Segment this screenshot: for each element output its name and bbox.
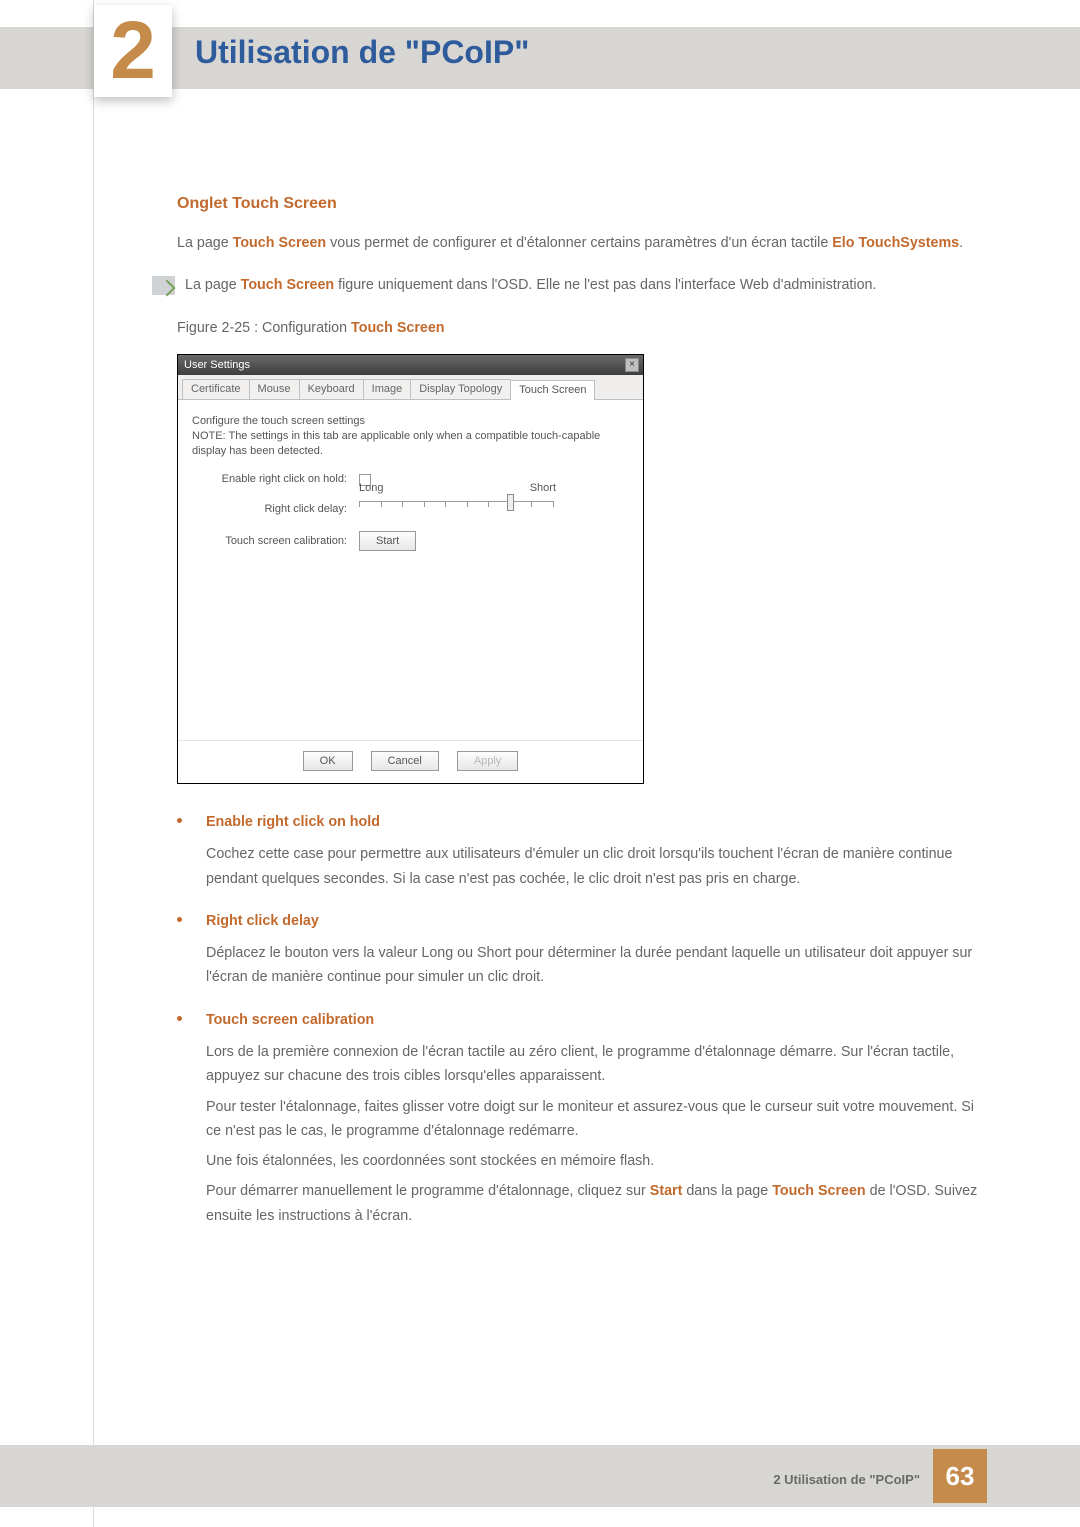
intro-paragraph: La page Touch Screen vous permet de conf… (177, 231, 990, 255)
slider-thumb[interactable] (507, 494, 514, 511)
label-right-click-delay: Right click delay: (192, 502, 359, 517)
term-start: Start (650, 1183, 683, 1199)
option-body: Cochez cette case pour permettre aux uti… (206, 842, 990, 891)
text: Lors de la première connexion de l'écran… (206, 1040, 990, 1089)
term-touch-screen: Touch Screen (233, 235, 326, 251)
text: Cochez cette case pour permettre aux uti… (206, 842, 990, 891)
text: Déplacez le bouton vers la valeur Long o… (206, 941, 990, 990)
config-heading: Configure the touch screen settings (192, 414, 629, 429)
dialog-config-text: Configure the touch screen settings NOTE… (192, 414, 629, 459)
slider-long-label: Long (359, 481, 383, 496)
text: figure uniquement dans l'OSD. Elle ne l'… (334, 277, 876, 293)
chapter-badge: 2 (94, 5, 172, 97)
option-right-click-delay: Right click delay Déplacez le bouton ver… (177, 909, 990, 990)
text: Pour démarrer manuellement le programme … (206, 1183, 650, 1199)
text: Pour tester l'étalonnage, faites glisser… (206, 1095, 990, 1144)
dialog-body: Configure the touch screen settings NOTE… (178, 400, 643, 740)
bullet-dot-icon (177, 917, 182, 922)
text: vous permet de configurer et d'étalonner… (326, 235, 832, 251)
slider-track-wrap[interactable]: Long Short (359, 497, 554, 521)
chapter-title: Utilisation de "PCoIP" (195, 34, 529, 71)
tab-keyboard[interactable]: Keyboard (299, 379, 364, 399)
section-title: Onglet Touch Screen (177, 190, 990, 217)
option-title: Right click delay (206, 909, 319, 933)
text: La page (185, 277, 241, 293)
dialog-footer: OK Cancel Apply (178, 740, 643, 783)
row-enable-right-click: Enable right click on hold: (192, 472, 629, 487)
tab-certificate[interactable]: Certificate (182, 379, 250, 399)
text: La page (177, 235, 233, 251)
label-calibration: Touch screen calibration: (192, 534, 359, 549)
option-list: Enable right click on hold Cochez cette … (177, 810, 990, 1228)
tab-image[interactable]: Image (363, 379, 412, 399)
tab-display-topology[interactable]: Display Topology (410, 379, 511, 399)
ok-button[interactable]: OK (303, 751, 353, 771)
config-note: NOTE: The settings in this tab are appli… (192, 429, 629, 459)
text: Figure 2-25 : Configuration (177, 320, 351, 336)
text: Pour démarrer manuellement le programme … (206, 1179, 990, 1228)
dialog-titlebar: User Settings × (178, 355, 643, 375)
figure-caption: Figure 2-25 : Configuration Touch Screen (177, 316, 990, 340)
slider-short-label: Short (530, 481, 556, 496)
note-text: La page Touch Screen figure uniquement d… (185, 273, 876, 297)
option-touch-calibration: Touch screen calibration Lors de la prem… (177, 1008, 990, 1228)
term-elo: Elo TouchSystems (832, 235, 959, 251)
slider-ticks (359, 501, 554, 507)
page: 2 Utilisation de "PCoIP" Onglet Touch Sc… (0, 0, 1080, 1527)
apply-button[interactable]: Apply (457, 751, 519, 771)
dialog-title: User Settings (184, 358, 250, 373)
start-button[interactable]: Start (359, 531, 416, 551)
term-touch-screen: Touch Screen (351, 320, 444, 336)
row-right-click-delay: Right click delay: Long Short (192, 497, 629, 521)
text: . (959, 235, 963, 251)
option-title: Enable right click on hold (206, 810, 380, 834)
footer-label: 2 Utilisation de "PCoIP" (773, 1472, 920, 1487)
option-body: Déplacez le bouton vers la valeur Long o… (206, 941, 990, 990)
option-body: Lors de la première connexion de l'écran… (206, 1040, 990, 1228)
option-header: Touch screen calibration (177, 1008, 990, 1032)
text: dans la page (682, 1183, 772, 1199)
left-rule (93, 0, 94, 1527)
note-icon (152, 276, 175, 295)
close-button[interactable]: × (625, 358, 639, 372)
option-header: Right click delay (177, 909, 990, 933)
term-touch-screen: Touch Screen (241, 277, 334, 293)
label-enable-right-click: Enable right click on hold: (192, 472, 359, 487)
tab-touch-screen[interactable]: Touch Screen (510, 380, 595, 400)
row-calibration: Touch screen calibration: Start (192, 531, 629, 551)
slider-right-click-delay[interactable]: Long Short (359, 497, 629, 521)
bullet-dot-icon (177, 1016, 182, 1021)
cancel-button[interactable]: Cancel (371, 751, 439, 771)
term-touch-screen: Touch Screen (772, 1183, 865, 1199)
tab-mouse[interactable]: Mouse (249, 379, 300, 399)
page-number: 63 (933, 1449, 987, 1503)
chapter-number: 2 (110, 10, 156, 92)
option-header: Enable right click on hold (177, 810, 990, 834)
user-settings-dialog: User Settings × Certificate Mouse Keyboa… (177, 354, 644, 784)
bullet-dot-icon (177, 818, 182, 823)
note-row: La page Touch Screen figure uniquement d… (152, 273, 990, 297)
option-title: Touch screen calibration (206, 1008, 374, 1032)
option-enable-right-click: Enable right click on hold Cochez cette … (177, 810, 990, 891)
dialog-tabs: Certificate Mouse Keyboard Image Display… (178, 375, 643, 400)
content: Onglet Touch Screen La page Touch Screen… (177, 190, 990, 1246)
text: Une fois étalonnées, les coordonnées son… (206, 1149, 990, 1173)
